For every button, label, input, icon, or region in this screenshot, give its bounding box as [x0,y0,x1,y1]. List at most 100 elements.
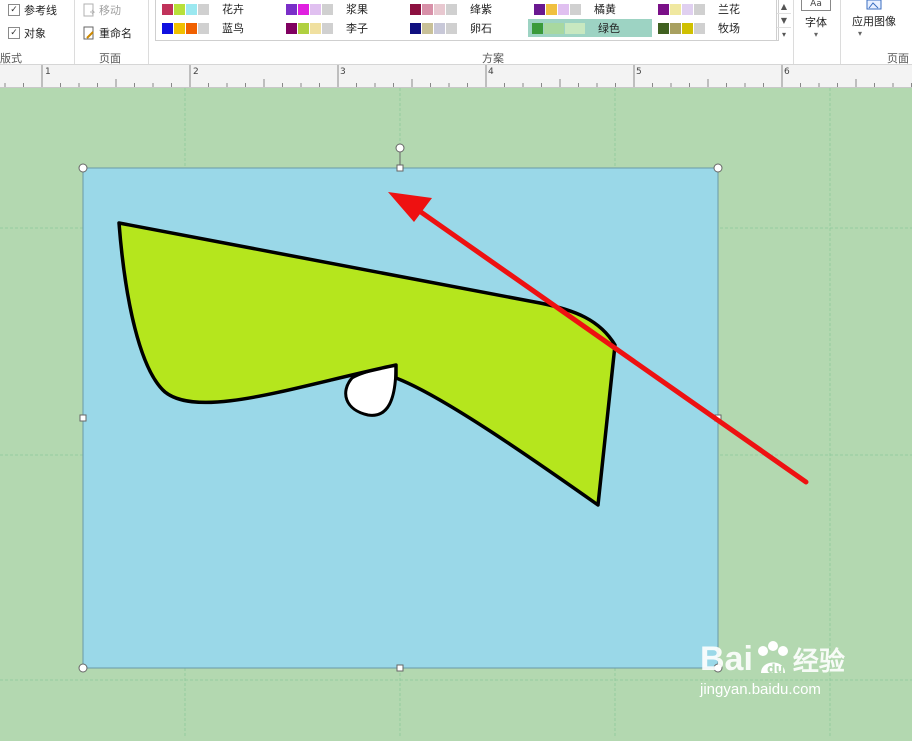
gallery-scroll-up-icon[interactable]: ▲ [777,0,791,14]
swatch [162,22,173,34]
scheme-gallery: 花卉 浆果 绛紫 橘黄 兰花 蓝鸟 李子 卵石 绿色 牧场 [155,0,779,41]
swatch [446,3,457,15]
swatch [186,3,197,15]
gallery-scroll-down-icon[interactable]: ▼ [777,14,791,28]
swatch [198,22,209,34]
guides-checkbox[interactable]: ✓ 参考线 [8,2,57,18]
objects-checkbox[interactable]: ✓ 对象 [8,25,46,41]
scheme-name: 卵石 [470,22,492,35]
layout-group-label: 版式 [0,52,22,65]
swatch [162,3,173,15]
scheme-item-selected[interactable]: 绿色 [528,19,652,37]
group-separator [793,0,794,64]
swatch [286,3,297,15]
page-group-label: 页面 [99,52,121,65]
swatch [694,22,705,34]
move-page-icon [83,3,96,17]
scheme-name: 花卉 [222,3,244,16]
watermark-brand-tail: 经验 [792,646,845,676]
resize-handle[interactable] [79,414,87,422]
ruler-number: 4 [488,67,494,77]
watermark-url: jingyan.baidu.com [700,681,821,698]
scheme-name: 蓝鸟 [222,22,244,35]
ruler-number: 5 [636,67,642,77]
scheme-swatches [658,22,706,34]
swatch [682,22,693,34]
swatch [682,3,693,15]
swatch [310,22,321,34]
swatch [670,22,681,34]
apply-image-button[interactable]: 应用图像 ▾ [844,0,904,38]
swatch [410,22,421,34]
swatch [434,3,445,15]
swatch [534,3,545,15]
scheme-item[interactable]: 橘黄 [530,0,650,18]
scheme-name: 牧场 [718,22,740,35]
baidu-logo: Bai du 经验 [700,640,845,679]
rotation-handle[interactable] [395,143,405,153]
guides-label: 参考线 [24,4,57,17]
scheme-swatches [286,22,334,34]
svg-text:du: du [767,662,784,676]
swatch [174,3,185,15]
scheme-swatches [162,3,210,15]
resize-handle[interactable] [396,664,404,672]
scheme-name: 绿色 [598,22,620,35]
horizontal-ruler: 1 2 3 4 5 6 [0,65,912,88]
swatch [434,22,445,34]
ruler-number: 2 [193,67,199,77]
swatch [186,22,197,34]
resize-handle[interactable] [78,163,88,173]
swatch [286,22,297,34]
swatch [298,3,309,15]
scheme-item[interactable]: 绛紫 [406,0,526,18]
rename-label: 重命名 [99,27,132,40]
scheme-swatches [286,3,334,15]
resize-handle[interactable] [713,163,723,173]
scheme-item[interactable]: 李子 [282,19,402,37]
scheme-item[interactable]: 卵石 [406,19,526,37]
scheme-swatches [532,22,586,34]
ribbon: ✓ 参考线 ✓ 对象 版式 移动 重命名 页面 花卉 浆果 绛紫 橘黄 兰花 蓝… [0,0,912,65]
swatch [174,22,185,34]
scheme-name: 橘黄 [594,3,616,16]
scheme-swatches [162,22,210,34]
ruler-number: 6 [784,67,790,77]
scheme-item[interactable]: 花卉 [158,0,278,18]
objects-label: 对象 [24,27,46,40]
swatch [565,22,585,34]
resize-handle[interactable] [78,663,88,673]
resize-handle[interactable] [396,164,404,172]
scheme-name: 李子 [346,22,368,35]
rename-page-button[interactable]: 重命名 [82,25,132,41]
swatch [570,3,581,15]
scheme-name: 兰花 [718,3,740,16]
move-label: 移动 [99,4,121,17]
scheme-swatches [410,22,458,34]
swatch [410,3,421,15]
rename-page-icon [83,26,94,40]
scheme-item[interactable]: 蓝鸟 [158,19,278,37]
paw-icon: du [757,640,788,676]
watermark-brand: Bai [700,640,753,678]
swatch [322,22,333,34]
gallery-more-icon[interactable]: ▾ [777,28,791,41]
swatch [532,22,543,34]
swatch [422,22,433,34]
check-icon: ✓ [8,27,20,39]
scheme-name: 绛紫 [470,3,492,16]
font-icon: Aa [801,0,831,11]
ruler-number: 3 [340,67,346,77]
swatch [446,22,457,34]
scheme-item[interactable]: 兰花 [654,0,774,18]
swatch [658,3,669,15]
swatch [322,3,333,15]
page-setup-group-label: 页面 [887,52,909,65]
scheme-item[interactable]: 牧场 [654,19,774,37]
schemes-group-label: 方案 [482,52,504,65]
swatch [658,22,669,34]
scheme-item[interactable]: 浆果 [282,0,402,18]
scheme-swatches [658,3,706,15]
gallery-scroll: ▲ ▼ ▾ [776,0,791,40]
move-page-button[interactable]: 移动 [82,2,121,18]
